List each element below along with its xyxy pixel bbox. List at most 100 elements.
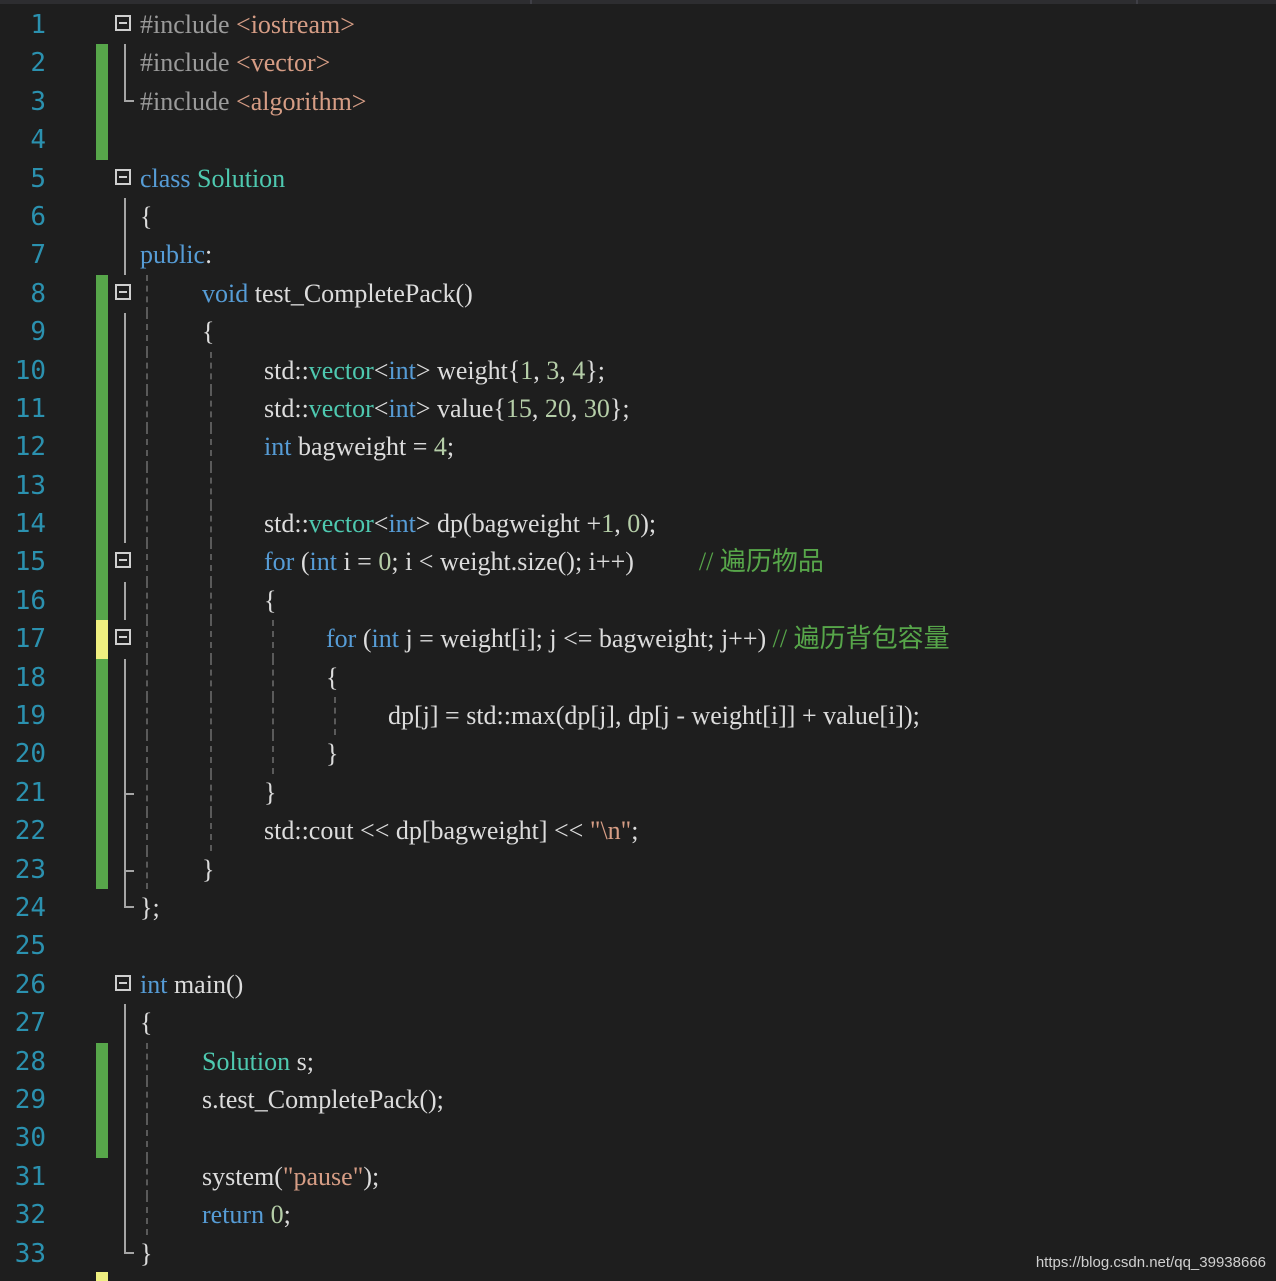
- line-number: 25: [14, 931, 46, 962]
- code-line[interactable]: 16 {: [0, 581, 1276, 621]
- code-text[interactable]: class Solution: [140, 160, 285, 198]
- code-token: (: [300, 547, 310, 577]
- code-text[interactable]: #include <vector>: [140, 44, 330, 82]
- code-text[interactable]: {: [326, 659, 338, 697]
- code-line[interactable]: 10 std::vector<int> weight{1, 3, 4};: [0, 351, 1276, 390]
- code-token: std::cout << dp[bagweight] <<: [264, 816, 590, 846]
- code-line[interactable]: 20}: [0, 735, 1276, 774]
- code-editor[interactable]: 1 #include <iostream> 2 #include <vector> 3 #…: [0, 6, 1276, 1273]
- code-line[interactable]: 4: [0, 121, 1276, 160]
- fold-line: [124, 658, 126, 698]
- code-text[interactable]: std::cout << dp[bagweight] << "\n";: [264, 812, 639, 850]
- code-text[interactable]: {: [202, 313, 214, 351]
- code-token: std::: [264, 509, 309, 539]
- code-token: 4: [572, 355, 586, 385]
- code-text[interactable]: s.test_CompletePack();: [202, 1081, 444, 1119]
- code-text[interactable]: };: [140, 889, 160, 927]
- indent-guide: [210, 428, 212, 467]
- code-line[interactable]: 12 int bagweight = 4;: [0, 428, 1276, 467]
- code-line[interactable]: 29 s.test_CompletePack();: [0, 1080, 1276, 1120]
- code-line[interactable]: 3 #include <algorithm>: [0, 82, 1276, 122]
- code-text[interactable]: std::vector<int> dp(bagweight +1, 0);: [264, 505, 656, 543]
- code-line[interactable]: 31 system("pause");: [0, 1157, 1276, 1197]
- line-number: 28: [14, 1046, 46, 1077]
- code-token: <: [373, 393, 389, 423]
- fold-line: [124, 1004, 126, 1043]
- collapse-box-icon[interactable]: [115, 552, 131, 569]
- code-text[interactable]: {: [140, 1004, 152, 1042]
- code-line[interactable]: 25: [0, 927, 1276, 965]
- line-number: 26: [14, 969, 46, 1000]
- fold-line: [124, 236, 126, 275]
- collapse-box-icon[interactable]: [115, 974, 131, 991]
- code-text[interactable]: }: [264, 774, 276, 812]
- collapse-box-icon[interactable]: [115, 283, 131, 300]
- code-line[interactable]: 14 std::vector<int> dp(bagweight +1, 0);: [0, 505, 1276, 544]
- code-text[interactable]: void test_CompletePack(): [202, 275, 473, 313]
- code-token: ;: [631, 816, 639, 846]
- code-line[interactable]: 2 #include <vector>: [0, 44, 1276, 83]
- code-text[interactable]: }: [326, 735, 338, 773]
- saved-change-bar: [96, 44, 108, 83]
- code-token: // 遍历物品: [698, 547, 824, 577]
- code-text[interactable]: return 0;: [202, 1196, 291, 1234]
- code-text[interactable]: std::vector<int> weight{1, 3, 4};: [264, 352, 605, 390]
- fold-line: [124, 1196, 126, 1235]
- code-line[interactable]: 28 Solution s;: [0, 1042, 1276, 1081]
- code-line[interactable]: 19 dp[j] = std::max(dp[j], dp[j - weight[…: [0, 697, 1276, 736]
- code-text[interactable]: {: [264, 582, 276, 620]
- code-token: <algorithm>: [236, 86, 367, 116]
- fold-line: [124, 1119, 126, 1158]
- code-token: std::: [264, 393, 309, 423]
- code-line[interactable]: 32 return 0;: [0, 1196, 1276, 1235]
- fold-sub-end: [124, 773, 134, 813]
- collapse-box-icon[interactable]: [115, 15, 131, 31]
- code-line[interactable]: 6{: [0, 197, 1276, 237]
- code-line[interactable]: 23}: [0, 850, 1276, 889]
- line-number: 29: [14, 1084, 46, 1115]
- code-text[interactable]: system("pause");: [202, 1158, 379, 1196]
- code-line[interactable]: 27 {: [0, 1004, 1276, 1043]
- code-line[interactable]: 30: [0, 1119, 1276, 1158]
- code-text[interactable]: public:: [140, 236, 212, 274]
- code-line[interactable]: 1 #include <iostream>: [0, 6, 1276, 44]
- code-token: vector: [308, 393, 374, 423]
- code-line[interactable]: 24};: [0, 888, 1276, 927]
- code-text[interactable]: {: [140, 198, 152, 236]
- code-line[interactable]: 21}: [0, 773, 1276, 813]
- code-line[interactable]: 22 std::cout << dp[bagweight] << "\n";: [0, 812, 1276, 851]
- code-line[interactable]: 13: [0, 466, 1276, 506]
- code-text[interactable]: #include <iostream>: [140, 6, 355, 44]
- code-line[interactable]: 18 {: [0, 658, 1276, 698]
- code-text[interactable]: }: [140, 1235, 152, 1273]
- code-text[interactable]: }: [202, 851, 214, 889]
- code-text[interactable]: dp[j] = std::max(dp[j], dp[j - weight[i]…: [388, 697, 920, 735]
- code-line[interactable]: 11 std::vector<int> value{15, 20, 30};: [0, 389, 1276, 429]
- code-line[interactable]: 26 int main(): [0, 966, 1276, 1004]
- code-text[interactable]: int main(): [140, 966, 243, 1004]
- code-line[interactable]: 8 void test_CompletePack(): [0, 274, 1276, 314]
- code-token: };: [609, 393, 630, 423]
- code-line[interactable]: 7 public:: [0, 236, 1276, 275]
- indent-guide: [146, 1119, 148, 1158]
- code-token: ,: [559, 355, 573, 385]
- saved-change-bar: [96, 428, 108, 467]
- code-text[interactable]: for (int j = weight[i]; j <= bagweight; …: [326, 620, 950, 658]
- collapse-box-icon[interactable]: [115, 168, 131, 185]
- code-editor-window: { "editor": { "lines": [ {"n":"1","chang…: [0, 0, 1276, 1281]
- code-text[interactable]: Solution s;: [202, 1043, 314, 1081]
- code-token: );: [640, 509, 657, 539]
- indent-guide: [146, 351, 148, 390]
- code-line[interactable]: 17 for (int j = weight[i]; j <= bagweight…: [0, 620, 1276, 659]
- code-text[interactable]: int bagweight = 4;: [264, 428, 454, 466]
- code-text[interactable]: for (int i = 0; i < weight.size(); i++) …: [264, 543, 824, 581]
- code-text[interactable]: std::vector<int> value{15, 20, 30};: [264, 390, 630, 428]
- code-token: // 遍历背包容量: [772, 624, 950, 654]
- collapse-box-icon[interactable]: [115, 629, 131, 646]
- code-line[interactable]: 15 for (int i = 0; i < weight.size(); i++…: [0, 543, 1276, 582]
- code-line[interactable]: 9{: [0, 313, 1276, 352]
- code-line[interactable]: 5 class Solution: [0, 160, 1276, 198]
- code-text[interactable]: #include <algorithm>: [140, 83, 366, 121]
- code-token: <: [373, 509, 389, 539]
- unsaved-change-bar: [96, 620, 108, 659]
